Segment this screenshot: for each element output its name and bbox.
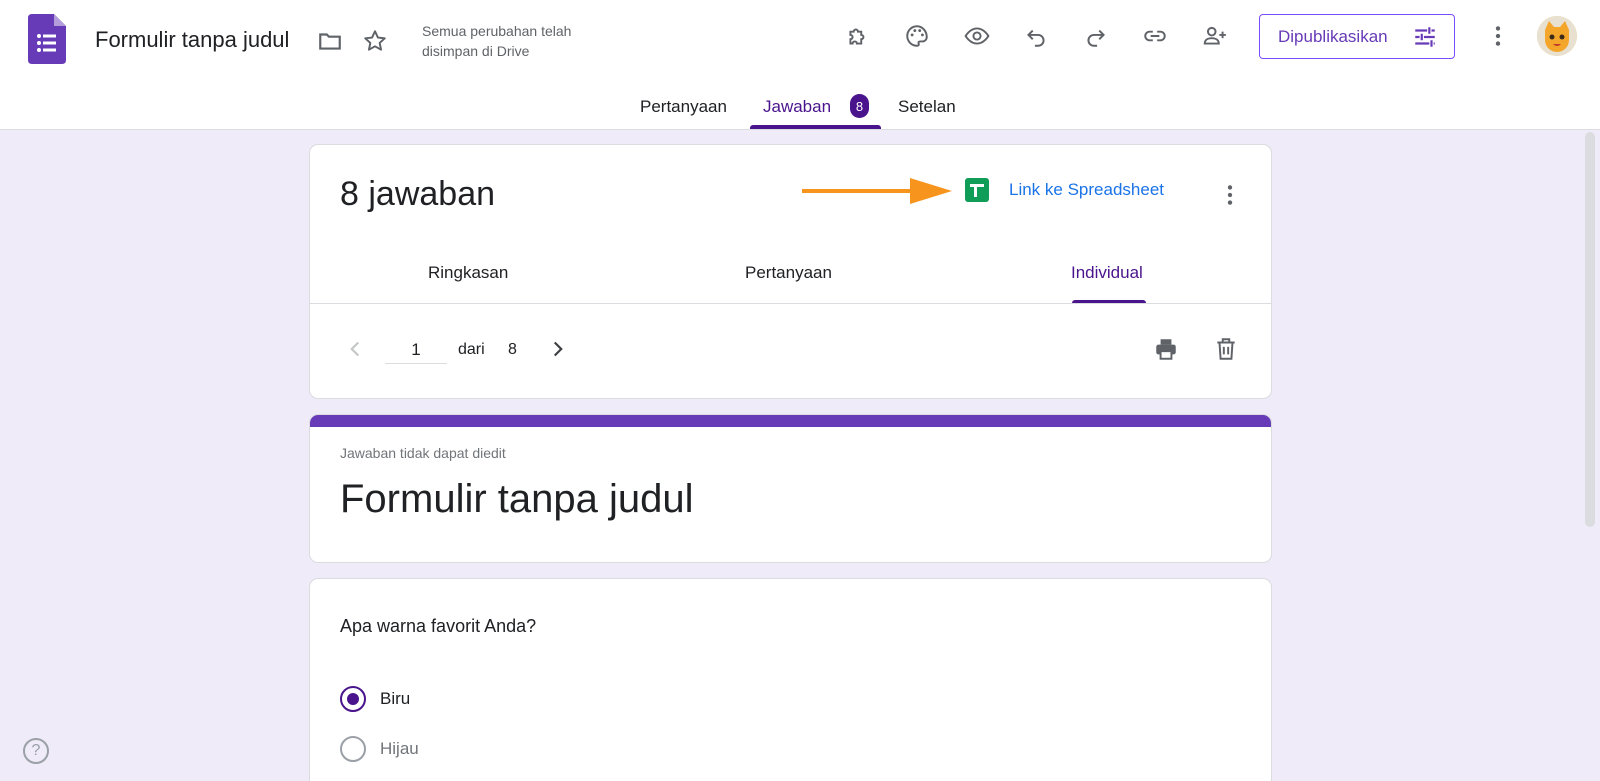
more-vert-icon[interactable] xyxy=(1478,16,1518,56)
save-status-text: Semua perubahan telah disimpan di Drive xyxy=(422,23,572,59)
spreadsheet-link-label: Link ke Spreadsheet xyxy=(1009,180,1164,199)
top-bar: Formulir tanpa judul Semua perubahan tel… xyxy=(0,0,1600,130)
question-title: Apa warna favorit Anda? xyxy=(340,616,537,636)
subtab-question[interactable]: Pertanyaan xyxy=(745,263,832,283)
previous-response-icon[interactable] xyxy=(335,329,375,369)
option-label: Hijau xyxy=(380,739,419,758)
subtab-summary[interactable]: Ringkasan xyxy=(428,263,508,283)
response-number-input[interactable]: 1 xyxy=(385,330,447,364)
option-label: Biru xyxy=(380,689,411,708)
form-heading: Formulir tanpa judul xyxy=(340,477,694,521)
help-icon[interactable]: ? xyxy=(23,738,49,764)
next-response-icon[interactable] xyxy=(538,329,578,369)
publish-button[interactable]: Dipublikasikan xyxy=(1259,14,1455,59)
user-avatar[interactable] xyxy=(1537,16,1577,56)
sheets-icon xyxy=(965,178,989,202)
forms-logo-icon[interactable] xyxy=(28,14,66,64)
preview-eye-icon[interactable] xyxy=(957,16,997,56)
more-options-icon[interactable] xyxy=(1210,175,1250,215)
question-card: Apa warna favorit Anda? Biru Hijau xyxy=(309,578,1272,781)
star-icon[interactable] xyxy=(355,21,395,61)
folder-icon[interactable] xyxy=(310,21,350,61)
publish-button-label: Dipublikasikan xyxy=(1278,26,1388,46)
accent-bar xyxy=(310,415,1271,427)
response-count-heading: 8 jawaban xyxy=(340,175,496,213)
responses-count-badge: 8 xyxy=(850,94,869,118)
tab-settings[interactable]: Setelan xyxy=(898,97,956,117)
tune-sliders-icon xyxy=(1415,27,1435,47)
link-to-spreadsheet[interactable]: Link ke Spreadsheet xyxy=(965,178,1164,202)
palette-icon[interactable] xyxy=(897,16,937,56)
divider xyxy=(310,303,1271,304)
active-tab-indicator xyxy=(750,125,881,129)
form-header-card: Jawaban tidak dapat diedit Formulir tanp… xyxy=(309,414,1272,563)
option-hijau[interactable]: Hijau xyxy=(340,736,419,762)
annotation-arrow xyxy=(802,178,952,204)
main-tabs: Pertanyaan Jawaban 8 Setelan xyxy=(0,90,1600,130)
add-collaborator-icon[interactable] xyxy=(1195,16,1235,56)
radio-unselected[interactable] xyxy=(340,736,366,762)
undo-icon[interactable] xyxy=(1016,16,1056,56)
redo-icon[interactable] xyxy=(1076,16,1116,56)
pager-of-label: dari xyxy=(458,341,485,358)
form-title-field[interactable]: Formulir tanpa judul xyxy=(95,27,289,53)
option-biru[interactable]: Biru xyxy=(340,686,410,712)
delete-icon[interactable] xyxy=(1206,329,1246,369)
link-icon[interactable] xyxy=(1135,16,1175,56)
subtab-individual[interactable]: Individual xyxy=(1071,263,1143,283)
radio-selected[interactable] xyxy=(340,686,366,712)
scrollbar[interactable] xyxy=(1585,132,1595,527)
print-icon[interactable] xyxy=(1146,329,1186,369)
addon-icon[interactable] xyxy=(838,16,878,56)
tab-questions[interactable]: Pertanyaan xyxy=(640,97,727,117)
tab-responses[interactable]: Jawaban xyxy=(763,97,831,117)
pager-total: 8 xyxy=(508,341,517,358)
not-editable-note: Jawaban tidak dapat diedit xyxy=(340,445,506,461)
